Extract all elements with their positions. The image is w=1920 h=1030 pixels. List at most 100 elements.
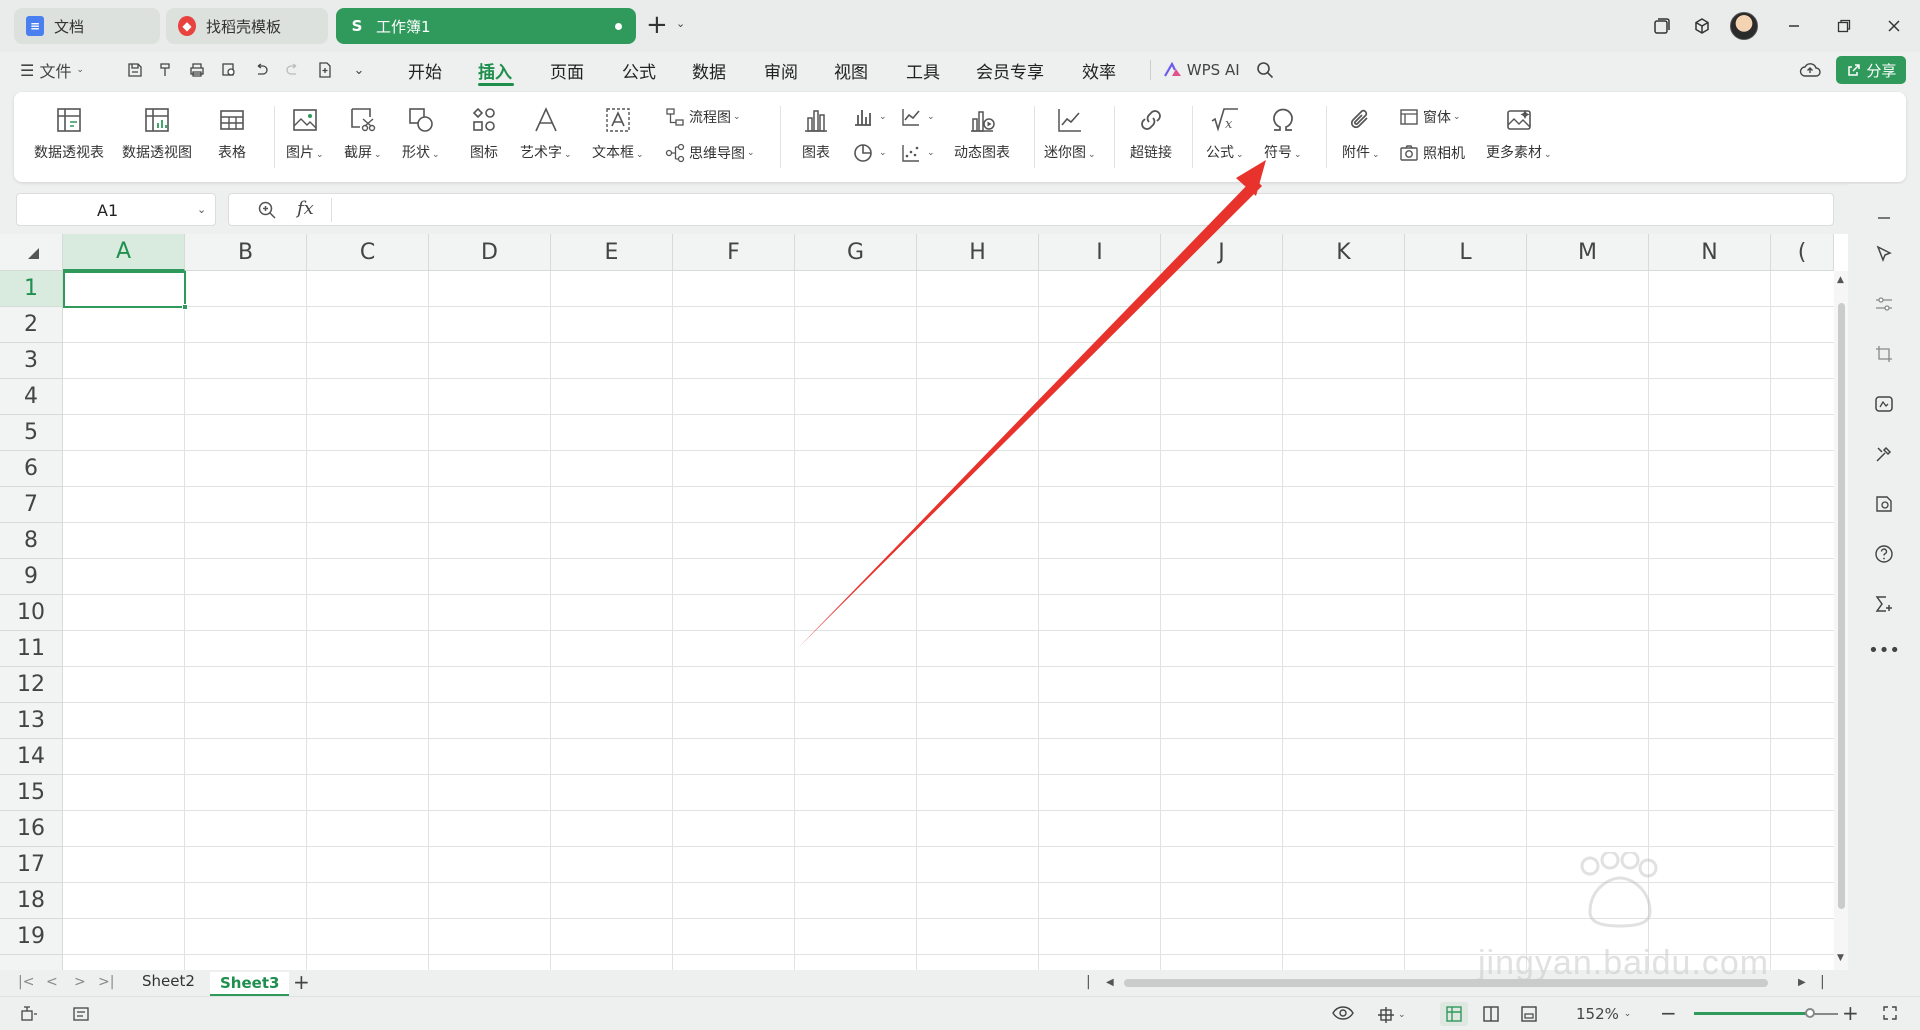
tools-icon[interactable] — [1872, 442, 1896, 466]
icon-button[interactable]: 图标 — [468, 104, 500, 162]
symbol-button[interactable]: 符号 ⌄ — [1264, 104, 1302, 162]
ai-image-icon[interactable] — [1872, 392, 1896, 416]
row-header-19[interactable]: 19 — [0, 919, 63, 955]
row-header-5[interactable]: 5 — [0, 415, 63, 451]
row-header-6[interactable]: 6 — [0, 451, 63, 487]
restore-icon[interactable] — [1830, 12, 1858, 40]
column-header-f[interactable]: F — [673, 234, 795, 271]
collapse-panel-icon[interactable] — [1872, 206, 1896, 230]
active-cell-a1[interactable] — [63, 271, 186, 308]
format-painter-icon[interactable] — [154, 58, 176, 82]
row-header-1[interactable]: 1 — [0, 271, 63, 307]
row-header-13[interactable]: 13 — [0, 703, 63, 739]
menu-tools[interactable]: 工具 — [906, 58, 940, 83]
column-header-e[interactable]: E — [551, 234, 673, 271]
row-header-7[interactable]: 7 — [0, 487, 63, 523]
scatter-chart-dropdown[interactable]: ⌄ — [900, 142, 935, 164]
close-icon[interactable] — [1880, 12, 1908, 40]
name-box[interactable]: A1 ⌄ — [16, 193, 216, 226]
mindmap-button[interactable]: 思维导图 ⌄ — [664, 142, 755, 164]
prev-sheet-icon[interactable]: < — [46, 974, 58, 990]
menu-start[interactable]: 开始 — [408, 58, 442, 83]
focus-mode-icon[interactable]: ⌄ — [1376, 1005, 1406, 1025]
menu-insert[interactable]: 插入 — [478, 58, 512, 83]
row-header-partial[interactable] — [0, 955, 63, 970]
macro-record-icon[interactable] — [20, 1005, 38, 1023]
formula-insert-button[interactable]: x 公式 ⌄ — [1206, 104, 1244, 162]
hscroll-split-icon[interactable]: | — [1086, 974, 1091, 990]
multi-window-icon[interactable] — [1648, 12, 1676, 40]
dynamic-chart-button[interactable]: 动态图表 — [954, 104, 1010, 162]
new-doc-icon[interactable] — [314, 58, 336, 82]
sheet-tab-sheet3[interactable]: Sheet3 — [210, 972, 290, 996]
more-options-icon[interactable]: ••• — [1868, 638, 1900, 662]
column-header-c[interactable]: C — [307, 234, 429, 271]
screenshot-button[interactable]: 截屏 ⌄ — [344, 104, 382, 162]
hscroll-end-icon[interactable]: | — [1820, 974, 1825, 990]
pivot-chart-button[interactable]: 数据透视图 — [122, 104, 192, 162]
print-icon[interactable] — [186, 58, 208, 82]
menu-efficiency[interactable]: 效率 — [1082, 58, 1116, 83]
fx-icon[interactable]: fx — [297, 198, 314, 219]
book-icon[interactable] — [1872, 492, 1896, 516]
menu-page[interactable]: 页面 — [550, 58, 584, 83]
help-icon[interactable] — [1872, 542, 1896, 566]
zoom-out-icon[interactable]: − — [1660, 1001, 1677, 1025]
scroll-left-icon[interactable]: ◀ — [1106, 977, 1114, 988]
scroll-right-icon[interactable]: ▶ — [1798, 977, 1806, 988]
save-icon[interactable] — [124, 58, 146, 82]
row-header-14[interactable]: 14 — [0, 739, 63, 775]
eye-protect-icon[interactable] — [1332, 1005, 1354, 1021]
column-header-j[interactable]: J — [1161, 234, 1283, 271]
row-header-15[interactable]: 15 — [0, 775, 63, 811]
attachment-button[interactable]: 附件 ⌄ — [1342, 104, 1380, 162]
cube-icon[interactable] — [1688, 12, 1716, 40]
new-tab-caret-icon[interactable]: ⌄ — [676, 17, 685, 30]
scroll-up-icon[interactable]: ▲ — [1837, 275, 1844, 285]
zoom-slider-knob[interactable] — [1804, 1008, 1815, 1018]
column-header-o-partial[interactable]: ( — [1771, 234, 1834, 271]
sum-plus-icon[interactable] — [1872, 592, 1896, 616]
flowchart-button[interactable]: 流程图 ⌄ — [664, 106, 741, 128]
adjust-sliders-icon[interactable] — [1872, 292, 1896, 316]
row-header-12[interactable]: 12 — [0, 667, 63, 703]
fill-handle[interactable] — [182, 304, 188, 310]
last-sheet-icon[interactable]: >| — [98, 974, 114, 990]
column-header-n[interactable]: N — [1649, 234, 1771, 271]
column-header-k[interactable]: K — [1283, 234, 1405, 271]
camera-button[interactable]: 照相机 — [1398, 142, 1465, 164]
scroll-down-icon[interactable]: ▼ — [1837, 953, 1844, 963]
column-header-b[interactable]: B — [185, 234, 307, 271]
new-tab-plus-icon[interactable]: + — [646, 10, 668, 40]
column-header-m[interactable]: M — [1527, 234, 1649, 271]
add-sheet-plus-icon[interactable]: + — [293, 970, 310, 994]
quick-access-more-icon[interactable]: ⌄ — [348, 58, 370, 82]
table-button[interactable]: 表格 — [216, 104, 248, 162]
row-header-9[interactable]: 9 — [0, 559, 63, 595]
file-menu[interactable]: ☰ 文件 ⌄ — [20, 58, 84, 82]
zoom-search-icon[interactable] — [257, 200, 277, 224]
crop-icon[interactable] — [1872, 342, 1896, 366]
redo-icon[interactable] — [282, 58, 304, 82]
column-chart-dropdown[interactable]: ⌄ — [852, 106, 887, 128]
select-cursor-icon[interactable] — [1872, 242, 1896, 266]
form-button[interactable]: 窗体 ⌄ — [1398, 106, 1461, 128]
tab-docs[interactable]: ≡ 文档 — [14, 8, 160, 44]
picture-button[interactable]: 图片 ⌄ — [286, 104, 324, 162]
row-header-16[interactable]: 16 — [0, 811, 63, 847]
menu-member[interactable]: 会员专享 — [976, 58, 1044, 83]
zoom-level-dropdown[interactable]: 152% ⌄ — [1576, 1005, 1631, 1023]
row-header-18[interactable]: 18 — [0, 883, 63, 919]
fullscreen-icon[interactable] — [1882, 1005, 1898, 1021]
more-material-button[interactable]: 更多素材 ⌄ — [1486, 104, 1552, 162]
column-header-i[interactable]: I — [1039, 234, 1161, 271]
pivot-table-button[interactable]: 数据透视表 — [34, 104, 104, 162]
cloud-sync-icon[interactable] — [1798, 58, 1822, 82]
user-avatar[interactable] — [1730, 12, 1758, 40]
sparkline-button[interactable]: 迷你图 ⌄ — [1044, 104, 1096, 162]
column-header-g[interactable]: G — [795, 234, 917, 271]
print-preview-icon[interactable] — [218, 58, 240, 82]
menu-view[interactable]: 视图 — [834, 58, 868, 83]
column-header-d[interactable]: D — [429, 234, 551, 271]
page-break-view-icon[interactable] — [1482, 1005, 1500, 1023]
